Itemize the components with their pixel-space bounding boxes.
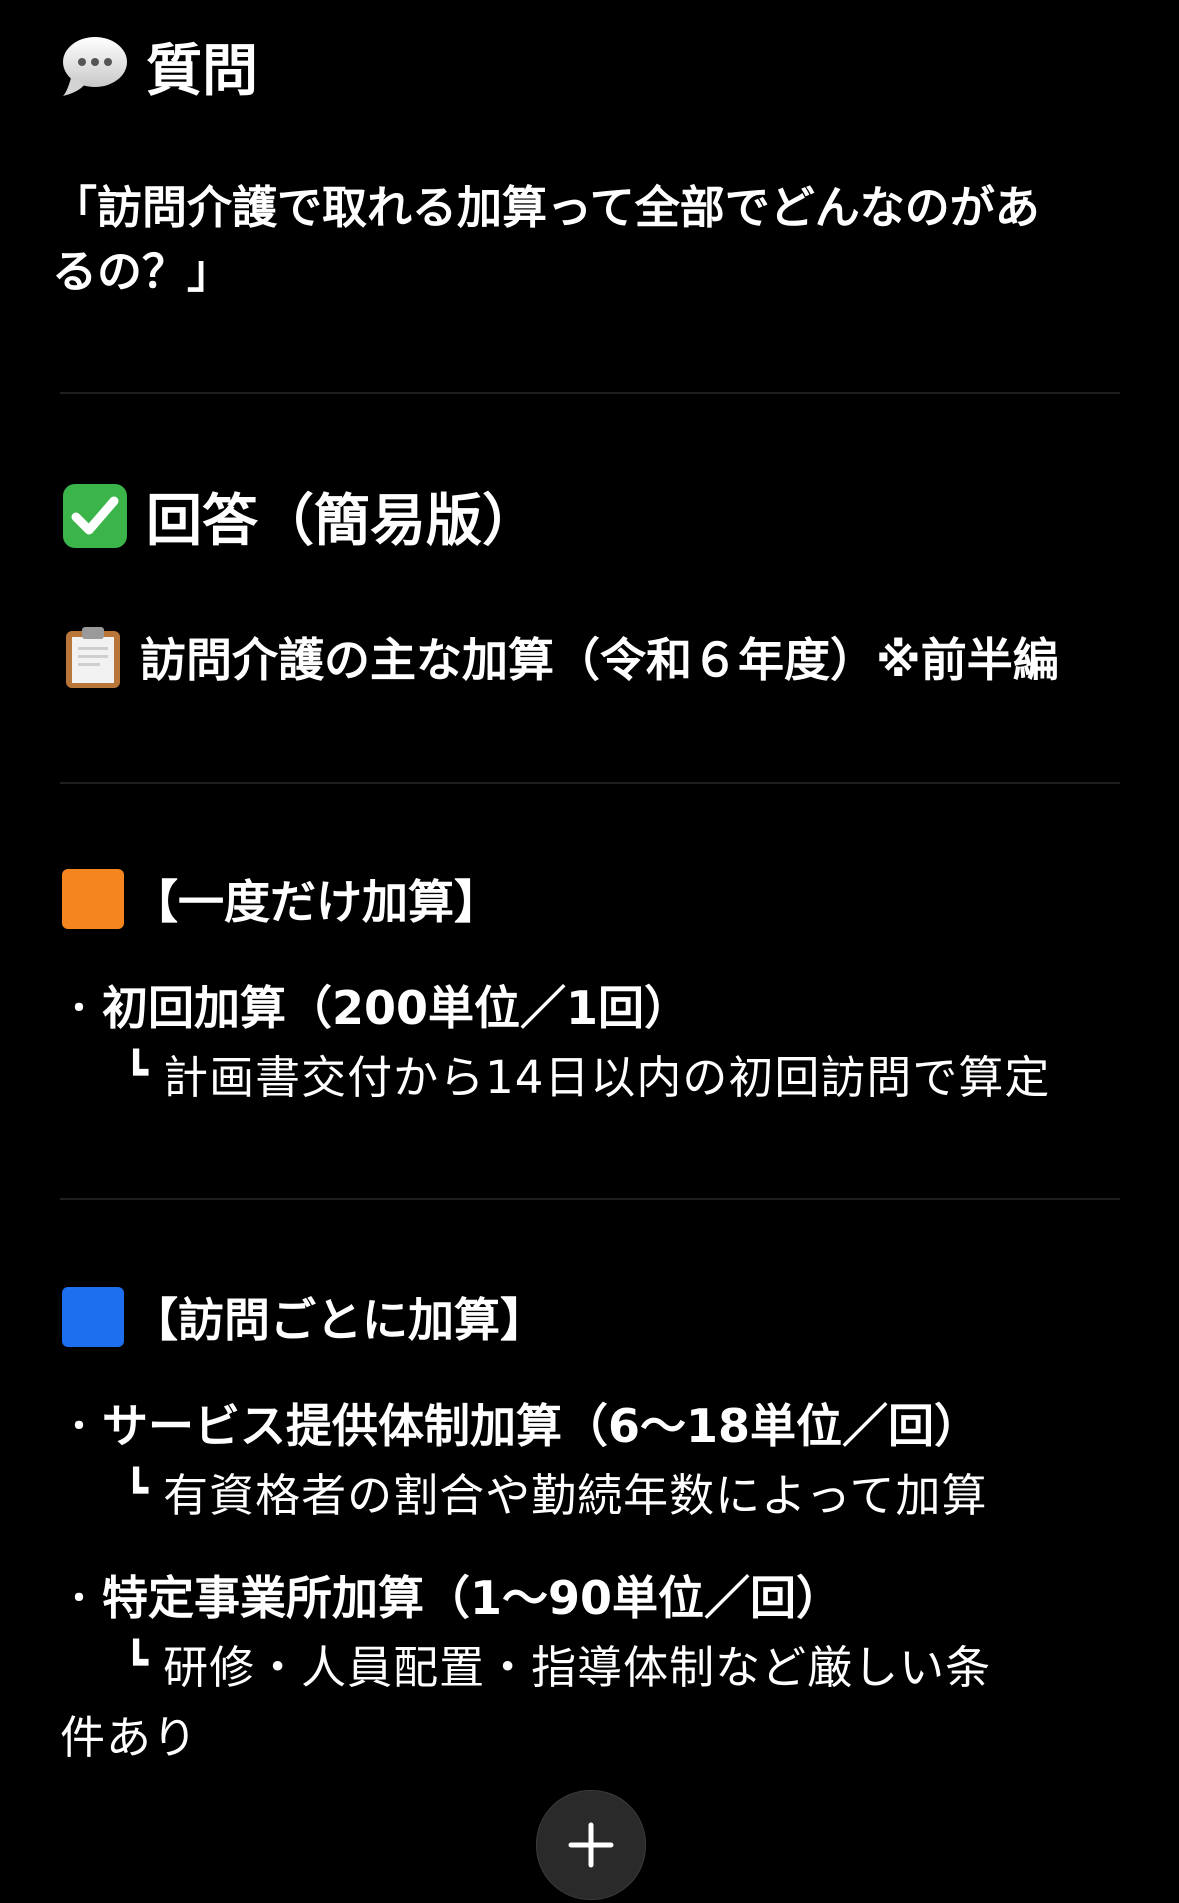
add-button[interactable] bbox=[536, 1790, 646, 1900]
list-item-service-system: ・ サービス提供体制加算（6〜18単位／回） ┗ 有資格者の割合や勤続年数によっ… bbox=[62, 1392, 988, 1524]
bullet: ・ bbox=[62, 1406, 96, 1447]
bullet: ・ bbox=[62, 1578, 96, 1619]
question-heading-text: 質問 bbox=[146, 38, 258, 104]
subtitle-text: 訪問介護の主な加算（令和６年度）※前半編 bbox=[140, 633, 1059, 687]
subtitle: 訪問介護の主な加算（令和６年度）※前半編 bbox=[60, 624, 1059, 690]
item-title: 初回加算（200単位／1回） bbox=[102, 981, 691, 1035]
divider bbox=[60, 392, 1120, 394]
bullet: ・ bbox=[62, 988, 96, 1029]
answer-heading-text: 回答（簡易版） bbox=[146, 488, 538, 554]
blue-square-icon bbox=[60, 1286, 126, 1348]
check-mark-icon bbox=[60, 483, 130, 549]
section-heading-once: 【一度だけ加算】 bbox=[60, 866, 500, 932]
list-item-specific-office: ・ 特定事業所加算（1〜90単位／回） ┗ 研修・人員配置・指導体制など厳しい条 bbox=[62, 1564, 991, 1696]
answer-heading: 回答（簡易版） bbox=[60, 480, 538, 554]
question-text-line-2: るの？」 bbox=[52, 245, 233, 298]
section-heading-per-visit: 【訪問ごとに加算】 bbox=[60, 1284, 546, 1350]
sub-prefix: ┗ bbox=[124, 1050, 150, 1096]
divider bbox=[60, 782, 1120, 784]
section-heading-once-text: 【一度だけ加算】 bbox=[132, 875, 500, 929]
item-title: サービス提供体制加算（6〜18単位／回） bbox=[102, 1399, 981, 1453]
item-detail: 有資格者の割合や勤続年数によって加算 bbox=[163, 1468, 988, 1522]
clipboard-icon bbox=[60, 624, 126, 690]
item-detail-line-1: 研修・人員配置・指導体制など厳しい条 bbox=[163, 1640, 992, 1694]
question-text-line-1: 「訪問介護で取れる加算って全部でどんなのがあ bbox=[52, 181, 1040, 234]
section-heading-per-visit-text: 【訪問ごとに加算】 bbox=[132, 1293, 546, 1347]
speech-bubble-icon bbox=[60, 34, 130, 98]
sub-prefix: ┗ bbox=[124, 1468, 150, 1514]
plus-icon bbox=[537, 1791, 645, 1899]
item-detail: 計画書交付から14日以内の初回訪問で算定 bbox=[163, 1050, 1051, 1104]
orange-square-icon bbox=[60, 868, 126, 930]
divider bbox=[60, 1198, 1120, 1200]
list-item-initial-addition: ・ 初回加算（200単位／1回） ┗ 計画書交付から14日以内の初回訪問で算定 bbox=[62, 974, 1050, 1106]
question-text: 「訪問介護で取れる加算って全部でどんなのがあ るの？」 bbox=[52, 176, 1040, 304]
sub-prefix: ┗ bbox=[124, 1640, 150, 1686]
item-detail-line-2: 件あり bbox=[60, 1710, 199, 1764]
item-title: 特定事業所加算（1〜90単位／回） bbox=[102, 1571, 843, 1625]
question-heading: 質問 bbox=[60, 30, 258, 104]
